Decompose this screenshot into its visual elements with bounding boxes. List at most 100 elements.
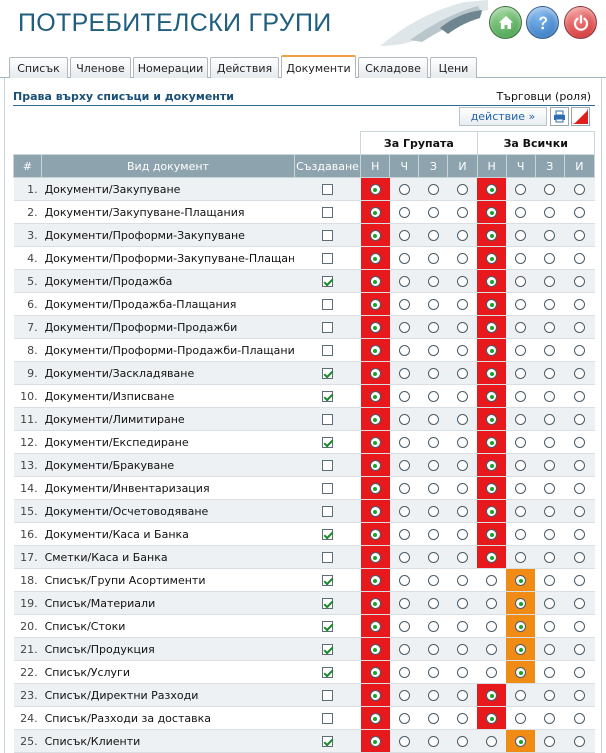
group-permission-radio-z[interactable] <box>427 345 439 356</box>
all-permission-radio-ch[interactable] <box>515 529 527 540</box>
group-permission-radio-ch[interactable] <box>398 460 410 471</box>
create-checkbox[interactable] <box>322 276 334 287</box>
all-permission-radio-ch[interactable] <box>515 299 527 310</box>
power-button[interactable] <box>564 6 597 39</box>
group-permission-radio-n[interactable] <box>369 736 381 747</box>
create-checkbox[interactable] <box>322 391 334 402</box>
group-permission-radio-ch[interactable] <box>398 253 410 264</box>
all-permission-radio-ch[interactable] <box>515 644 527 655</box>
all-permission-radio-n[interactable] <box>486 552 498 563</box>
group-permission-radio-i[interactable] <box>456 368 468 379</box>
all-permission-radio-z[interactable] <box>544 437 556 448</box>
all-permission-radio-ch[interactable] <box>515 736 527 747</box>
group-permission-radio-z[interactable] <box>427 713 439 724</box>
all-permission-radio-ch[interactable] <box>515 506 527 517</box>
create-checkbox[interactable] <box>322 253 334 264</box>
create-checkbox[interactable] <box>322 368 334 379</box>
group-permission-radio-ch[interactable] <box>398 644 410 655</box>
all-permission-radio-z[interactable] <box>544 345 556 356</box>
all-permission-radio-n[interactable] <box>486 299 498 310</box>
group-permission-radio-n[interactable] <box>369 391 381 402</box>
all-permission-radio-ch[interactable] <box>515 345 527 356</box>
all-permission-radio-n[interactable] <box>486 276 498 287</box>
group-permission-radio-i[interactable] <box>456 184 468 195</box>
group-permission-radio-ch[interactable] <box>398 437 410 448</box>
group-permission-radio-ch[interactable] <box>398 322 410 333</box>
group-permission-radio-i[interactable] <box>456 276 468 287</box>
group-permission-radio-z[interactable] <box>427 667 439 678</box>
group-permission-radio-z[interactable] <box>427 644 439 655</box>
all-permission-radio-i[interactable] <box>573 575 585 586</box>
create-checkbox[interactable] <box>322 437 334 448</box>
all-permission-radio-z[interactable] <box>544 299 556 310</box>
all-permission-radio-z[interactable] <box>544 598 556 609</box>
group-permission-radio-i[interactable] <box>456 322 468 333</box>
create-checkbox[interactable] <box>322 621 334 632</box>
create-checkbox[interactable] <box>322 690 334 701</box>
group-permission-radio-z[interactable] <box>427 736 439 747</box>
all-permission-radio-n[interactable] <box>486 713 498 724</box>
group-permission-radio-n[interactable] <box>369 644 381 655</box>
all-permission-radio-z[interactable] <box>544 276 556 287</box>
group-permission-radio-i[interactable] <box>456 437 468 448</box>
all-permission-radio-z[interactable] <box>544 529 556 540</box>
all-permission-radio-i[interactable] <box>573 230 585 241</box>
all-permission-radio-n[interactable] <box>486 644 498 655</box>
group-permission-radio-z[interactable] <box>427 621 439 632</box>
all-permission-radio-ch[interactable] <box>515 322 527 333</box>
all-permission-radio-ch[interactable] <box>515 621 527 632</box>
group-permission-radio-z[interactable] <box>427 575 439 586</box>
create-checkbox[interactable] <box>322 506 334 517</box>
group-permission-radio-ch[interactable] <box>398 230 410 241</box>
all-permission-radio-n[interactable] <box>486 529 498 540</box>
group-permission-radio-n[interactable] <box>369 598 381 609</box>
group-permission-radio-i[interactable] <box>456 299 468 310</box>
all-permission-radio-n[interactable] <box>486 483 498 494</box>
group-permission-radio-n[interactable] <box>369 437 381 448</box>
all-permission-radio-i[interactable] <box>573 253 585 264</box>
all-permission-radio-n[interactable] <box>486 184 498 195</box>
create-checkbox[interactable] <box>322 529 334 540</box>
group-permission-radio-n[interactable] <box>369 368 381 379</box>
all-permission-radio-i[interactable] <box>573 276 585 287</box>
group-permission-radio-n[interactable] <box>369 621 381 632</box>
tab-numbering[interactable]: Номерации <box>133 57 208 78</box>
clear-button[interactable] <box>571 107 590 126</box>
group-permission-radio-z[interactable] <box>427 437 439 448</box>
all-permission-radio-z[interactable] <box>544 736 556 747</box>
all-permission-radio-n[interactable] <box>486 506 498 517</box>
print-button[interactable] <box>550 107 569 126</box>
group-permission-radio-z[interactable] <box>427 598 439 609</box>
group-permission-radio-i[interactable] <box>456 575 468 586</box>
all-permission-radio-n[interactable] <box>486 345 498 356</box>
tab-warehouses[interactable]: Складове <box>358 57 428 78</box>
group-permission-radio-i[interactable] <box>456 207 468 218</box>
all-permission-radio-i[interactable] <box>573 460 585 471</box>
group-permission-radio-i[interactable] <box>456 598 468 609</box>
all-permission-radio-ch[interactable] <box>515 391 527 402</box>
all-permission-radio-z[interactable] <box>544 713 556 724</box>
group-permission-radio-n[interactable] <box>369 299 381 310</box>
group-permission-radio-i[interactable] <box>456 460 468 471</box>
group-permission-radio-z[interactable] <box>427 460 439 471</box>
all-permission-radio-ch[interactable] <box>515 713 527 724</box>
all-permission-radio-n[interactable] <box>486 391 498 402</box>
group-permission-radio-ch[interactable] <box>398 207 410 218</box>
group-permission-radio-z[interactable] <box>427 391 439 402</box>
all-permission-radio-i[interactable] <box>573 598 585 609</box>
create-checkbox[interactable] <box>322 460 334 471</box>
all-permission-radio-n[interactable] <box>486 575 498 586</box>
group-permission-radio-i[interactable] <box>456 736 468 747</box>
group-permission-radio-z[interactable] <box>427 253 439 264</box>
group-permission-radio-n[interactable] <box>369 506 381 517</box>
all-permission-radio-n[interactable] <box>486 460 498 471</box>
all-permission-radio-i[interactable] <box>573 621 585 632</box>
all-permission-radio-i[interactable] <box>573 736 585 747</box>
tab-actions[interactable]: Действия <box>210 57 279 78</box>
group-permission-radio-n[interactable] <box>369 713 381 724</box>
create-checkbox[interactable] <box>322 414 334 425</box>
all-permission-radio-ch[interactable] <box>515 368 527 379</box>
group-permission-radio-z[interactable] <box>427 414 439 425</box>
all-permission-radio-z[interactable] <box>544 506 556 517</box>
group-permission-radio-n[interactable] <box>369 414 381 425</box>
